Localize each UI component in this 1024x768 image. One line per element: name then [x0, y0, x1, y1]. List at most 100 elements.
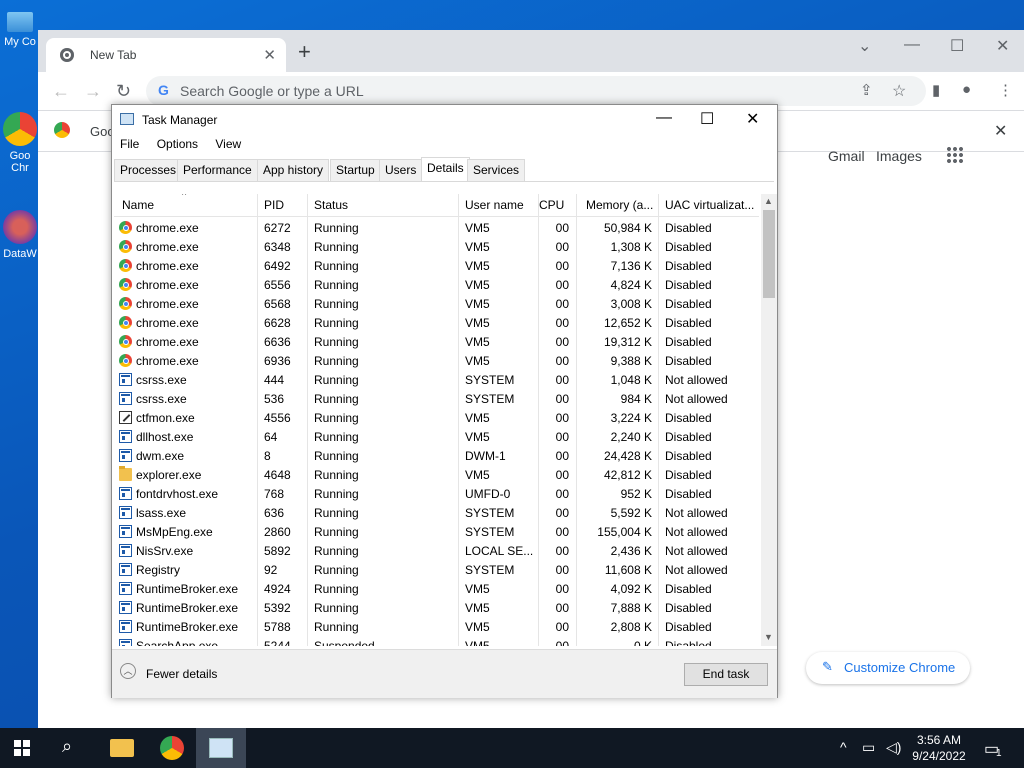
scroll-down-icon[interactable]: ▼ [764, 632, 773, 642]
bookmark-star-icon[interactable]: ☆ [892, 81, 906, 101]
cell-uac: Disabled [665, 240, 712, 254]
tab-startup[interactable]: Startup [330, 159, 381, 181]
cell-mem: 952 K [620, 487, 652, 501]
back-icon[interactable]: ← [52, 81, 70, 102]
tm-close-icon[interactable]: ✕ [746, 109, 759, 129]
desktop-icon-chrome[interactable]: Goo Chr [0, 112, 40, 174]
desktop-icon-label: DataW [3, 248, 37, 260]
clock[interactable]: 3:56 AM 9/24/2022 [912, 732, 966, 764]
table-row[interactable]: lsass.exe 636 Running SYSTEM 00 5,592 K Not al… [114, 503, 759, 522]
cell-cpu: 00 [555, 506, 569, 520]
column-header[interactable]: CPU [539, 198, 577, 212]
chevron-up-icon[interactable]: ︿ [120, 663, 136, 679]
tab-performance[interactable]: Performance [177, 159, 258, 181]
menu-kebab-icon[interactable]: ⋮ [998, 81, 1013, 99]
table-row[interactable]: chrome.exe 6556 Running VM5 00 4,824 K Disable… [114, 275, 759, 294]
table-row[interactable]: chrome.exe 6568 Running VM5 00 3,008 K Disable… [114, 294, 759, 313]
desktop-icon-datawrapper[interactable]: DataW [0, 210, 40, 260]
network-icon[interactable]: ▭ [862, 739, 875, 756]
table-row[interactable]: dllhost.exe 64 Running VM5 00 2,240 K Disabled [114, 427, 759, 446]
tm-minimize-icon[interactable]: — [656, 109, 672, 127]
windows-start-icon[interactable] [14, 740, 30, 756]
table-row[interactable]: chrome.exe 6628 Running VM5 00 12,652 K Disabl… [114, 313, 759, 332]
table-row[interactable]: explorer.exe 4648 Running VM5 00 42,812 K Disa… [114, 465, 759, 484]
table-row[interactable]: dwm.exe 8 Running DWM-1 00 24,428 K Disabled [114, 446, 759, 465]
cell-cpu: 00 [555, 639, 569, 646]
new-tab-button[interactable]: + [298, 41, 311, 63]
tab-app-history[interactable]: App history [257, 159, 330, 181]
table-row[interactable]: MsMpEng.exe 2860 Running SYSTEM 00 155,004 K N… [114, 522, 759, 541]
tab-details[interactable]: Details [421, 157, 470, 181]
google-apps-icon[interactable] [946, 146, 964, 164]
task-manager-taskbar-button[interactable] [196, 728, 246, 768]
table-row[interactable]: chrome.exe 6348 Running VM5 00 1,308 K Disable… [114, 237, 759, 256]
scroll-up-icon[interactable]: ▲ [764, 196, 773, 206]
cell-status: Running [314, 259, 359, 273]
column-header[interactable]: PID [264, 198, 308, 212]
menu-options[interactable]: Options [157, 137, 198, 151]
table-row[interactable]: csrss.exe 444 Running SYSTEM 00 1,048 K Not al… [114, 370, 759, 389]
forward-icon[interactable]: → [84, 81, 102, 102]
column-header[interactable]: User name [465, 198, 535, 212]
tab-users[interactable]: Users [379, 159, 423, 181]
task-manager-icon [209, 738, 233, 758]
omnibox[interactable]: G Search Google or type a URL [146, 76, 926, 106]
tab-services[interactable]: Services [467, 159, 526, 181]
fewer-details-link[interactable]: Fewer details [146, 667, 217, 681]
table-row[interactable]: RuntimeBroker.exe 4924 Running VM5 00 4,092 K… [114, 579, 759, 598]
scroll-thumb[interactable] [763, 210, 775, 298]
column-header[interactable]: Status [314, 198, 454, 212]
chrome-taskbar-icon[interactable] [160, 736, 184, 760]
table-row[interactable]: SearchApp.exe 5244 Suspended VM5 00 0 K Disabl… [114, 636, 759, 646]
table-row[interactable]: Registry 92 Running SYSTEM 00 11,608 K Not all… [114, 560, 759, 579]
tab-search-icon[interactable]: ⌄ [858, 36, 871, 56]
cell-user: SYSTEM [465, 563, 515, 577]
chrome-process-icon [119, 278, 132, 291]
table-row[interactable]: chrome.exe 6272 Running VM5 00 50,984 K Disabl… [114, 218, 759, 237]
share-icon[interactable]: ⇪ [860, 81, 873, 99]
cell-uac: Disabled [665, 468, 712, 482]
table-row[interactable]: ctfmon.exe 4556 Running VM5 00 3,224 K Disable… [114, 408, 759, 427]
end-task-button[interactable]: End task [684, 663, 768, 686]
maximize-icon[interactable]: ☐ [950, 36, 964, 56]
table-row[interactable]: RuntimeBroker.exe 5788 Running VM5 00 2,808 K… [114, 617, 759, 636]
column-header[interactable]: Name [122, 198, 252, 212]
table-row[interactable]: fontdrvhost.exe 768 Running UMFD-0 00 952 K Di… [114, 484, 759, 503]
cell-status: Running [314, 278, 359, 292]
chrome-tab-new-tab[interactable]: New Tab ✕ [46, 38, 286, 72]
customize-chrome-button[interactable]: ✎ Customize Chrome [806, 652, 970, 684]
images-link[interactable]: Images [876, 148, 922, 164]
close-icon[interactable]: ✕ [996, 36, 1009, 56]
minimize-icon[interactable]: — [904, 36, 920, 54]
profile-icon[interactable]: ● [962, 81, 971, 98]
cell-cpu: 00 [555, 487, 569, 501]
side-panel-icon[interactable]: ▮ [932, 81, 940, 99]
table-row[interactable]: chrome.exe 6636 Running VM5 00 19,312 K Disabl… [114, 332, 759, 351]
volume-icon[interactable]: ◁) [886, 739, 901, 756]
reload-icon[interactable]: ↻ [116, 81, 131, 102]
tab-processes[interactable]: Processes [114, 159, 183, 181]
table-row[interactable]: RuntimeBroker.exe 5392 Running VM5 00 7,888 K… [114, 598, 759, 617]
table-row[interactable]: csrss.exe 536 Running SYSTEM 00 984 K Not allo… [114, 389, 759, 408]
search-icon[interactable]: ⌕ [62, 736, 72, 757]
column-header[interactable]: UAC virtualizat... [665, 198, 755, 212]
vertical-scrollbar[interactable]: ▲ ▼ [761, 194, 777, 646]
tab-close-icon[interactable]: ✕ [263, 46, 276, 64]
desktop-icon-my-computer[interactable]: My Co [0, 12, 40, 48]
tm-maximize-icon[interactable]: ☐ [700, 109, 714, 129]
cell-status: Running [314, 316, 359, 330]
table-row[interactable]: chrome.exe 6492 Running VM5 00 7,136 K Disable… [114, 256, 759, 275]
gmail-link[interactable]: Gmail [828, 148, 865, 164]
chevron-up-icon[interactable]: ^ [840, 739, 847, 755]
column-header[interactable]: Memory (a... [586, 198, 658, 212]
infobar-close-icon[interactable]: ✕ [994, 121, 1007, 141]
win-process-icon [119, 544, 132, 557]
cell-pid: 5788 [264, 620, 291, 634]
menu-file[interactable]: File [120, 137, 139, 151]
file-explorer-icon[interactable] [110, 739, 134, 757]
tab-title: New Tab [90, 48, 137, 62]
chrome-icon [54, 122, 70, 138]
table-row[interactable]: NisSrv.exe 5892 Running LOCAL SE... 00 2,436 … [114, 541, 759, 560]
menu-view[interactable]: View [215, 137, 241, 151]
table-row[interactable]: chrome.exe 6936 Running VM5 00 9,388 K Disable… [114, 351, 759, 370]
